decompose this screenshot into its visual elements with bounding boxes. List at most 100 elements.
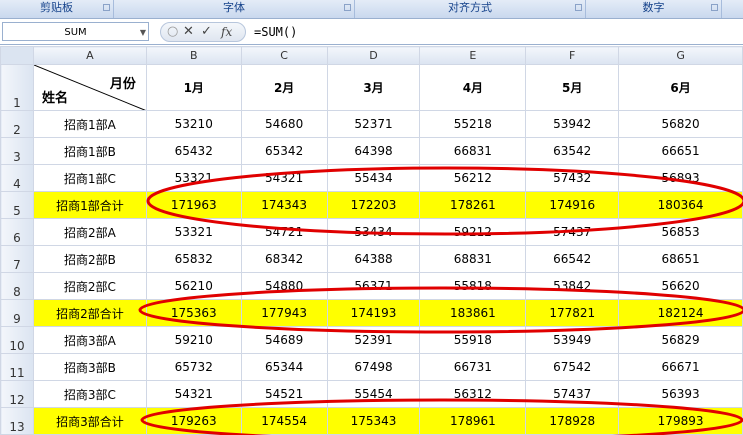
insert-function-icon[interactable]: fx bbox=[221, 23, 232, 41]
value-cell[interactable]: 174916 bbox=[525, 191, 620, 219]
value-cell[interactable]: 53434 bbox=[326, 218, 421, 246]
value-cell[interactable]: 56620 bbox=[618, 272, 743, 300]
column-header-e[interactable]: E bbox=[419, 46, 527, 65]
value-cell[interactable]: 67498 bbox=[326, 353, 421, 381]
month-header-cell[interactable]: 4月 bbox=[419, 64, 527, 111]
name-cell[interactable]: 招商1部B bbox=[32, 137, 147, 165]
value-cell[interactable]: 54721 bbox=[240, 218, 328, 246]
value-cell[interactable]: 179263 bbox=[145, 407, 242, 435]
value-cell[interactable]: 56393 bbox=[618, 380, 743, 408]
value-cell[interactable]: 66542 bbox=[525, 245, 620, 273]
value-cell[interactable]: 53949 bbox=[525, 326, 620, 354]
value-cell[interactable]: 57437 bbox=[525, 218, 620, 246]
name-cell[interactable]: 招商3部合计 bbox=[32, 407, 147, 435]
value-cell[interactable]: 178928 bbox=[525, 407, 620, 435]
row-header[interactable]: 8 bbox=[0, 272, 34, 300]
value-cell[interactable]: 178961 bbox=[419, 407, 527, 435]
value-cell[interactable]: 180364 bbox=[618, 191, 743, 219]
value-cell[interactable]: 64398 bbox=[326, 137, 421, 165]
value-cell[interactable]: 56371 bbox=[326, 272, 421, 300]
name-cell[interactable]: 招商1部A bbox=[32, 110, 147, 138]
enter-check-icon[interactable]: ✓ bbox=[201, 23, 212, 41]
value-cell[interactable]: 54321 bbox=[145, 380, 242, 408]
ribbon-group-clipboard[interactable]: 剪贴板 bbox=[0, 0, 114, 18]
value-cell[interactable]: 68651 bbox=[618, 245, 743, 273]
value-cell[interactable]: 65342 bbox=[240, 137, 328, 165]
row-header[interactable]: 6 bbox=[0, 218, 34, 246]
value-cell[interactable]: 54689 bbox=[240, 326, 328, 354]
name-cell[interactable]: 招商2部A bbox=[32, 218, 147, 246]
value-cell[interactable]: 53210 bbox=[145, 110, 242, 138]
value-cell[interactable]: 55218 bbox=[419, 110, 527, 138]
value-cell[interactable]: 66731 bbox=[419, 353, 527, 381]
resize-handle-icon[interactable]: ○ bbox=[167, 23, 178, 41]
row-header[interactable]: 5 bbox=[0, 191, 34, 219]
value-cell[interactable]: 57437 bbox=[525, 380, 620, 408]
row-header[interactable]: 2 bbox=[0, 110, 34, 138]
row-header[interactable]: 12 bbox=[0, 380, 34, 408]
value-cell[interactable]: 175343 bbox=[326, 407, 421, 435]
value-cell[interactable]: 68342 bbox=[240, 245, 328, 273]
column-header-f[interactable]: F bbox=[525, 46, 620, 65]
value-cell[interactable]: 179893 bbox=[618, 407, 743, 435]
value-cell[interactable]: 56893 bbox=[618, 164, 743, 192]
name-cell[interactable]: 招商3部B bbox=[32, 353, 147, 381]
ribbon-group-alignment[interactable]: 对齐方式 bbox=[355, 0, 586, 18]
value-cell[interactable]: 177821 bbox=[525, 299, 620, 327]
ribbon-group-font[interactable]: 字体 bbox=[114, 0, 355, 18]
value-cell[interactable]: 56312 bbox=[419, 380, 527, 408]
column-header-b[interactable]: B bbox=[145, 46, 242, 65]
value-cell[interactable]: 55918 bbox=[419, 326, 527, 354]
month-header-cell[interactable]: 3月 bbox=[326, 64, 421, 111]
value-cell[interactable]: 171963 bbox=[145, 191, 242, 219]
value-cell[interactable]: 56820 bbox=[618, 110, 743, 138]
value-cell[interactable]: 174343 bbox=[240, 191, 328, 219]
row-header[interactable]: 1 bbox=[0, 64, 34, 111]
value-cell[interactable]: 54880 bbox=[240, 272, 328, 300]
value-cell[interactable]: 66671 bbox=[618, 353, 743, 381]
chevron-down-icon[interactable]: ▼ bbox=[140, 23, 146, 42]
column-header-a[interactable]: A bbox=[32, 46, 147, 65]
value-cell[interactable]: 52371 bbox=[326, 110, 421, 138]
dialog-launcher-icon[interactable] bbox=[103, 4, 110, 11]
value-cell[interactable]: 55434 bbox=[326, 164, 421, 192]
value-cell[interactable]: 53942 bbox=[525, 110, 620, 138]
value-cell[interactable]: 54521 bbox=[240, 380, 328, 408]
dialog-launcher-icon[interactable] bbox=[575, 4, 582, 11]
ribbon-group-number[interactable]: 数字 bbox=[586, 0, 722, 18]
row-header[interactable]: 3 bbox=[0, 137, 34, 165]
value-cell[interactable]: 66651 bbox=[618, 137, 743, 165]
value-cell[interactable]: 59212 bbox=[419, 218, 527, 246]
value-cell[interactable]: 174193 bbox=[326, 299, 421, 327]
row-header[interactable]: 10 bbox=[0, 326, 34, 354]
month-header-cell[interactable]: 5月 bbox=[525, 64, 620, 111]
month-header-cell[interactable]: 6月 bbox=[618, 64, 743, 111]
value-cell[interactable]: 53321 bbox=[145, 164, 242, 192]
value-cell[interactable]: 55454 bbox=[326, 380, 421, 408]
value-cell[interactable]: 172203 bbox=[326, 191, 421, 219]
dialog-launcher-icon[interactable] bbox=[711, 4, 718, 11]
value-cell[interactable]: 56210 bbox=[145, 272, 242, 300]
column-header-d[interactable]: D bbox=[326, 46, 421, 65]
value-cell[interactable]: 177943 bbox=[240, 299, 328, 327]
value-cell[interactable]: 56829 bbox=[618, 326, 743, 354]
value-cell[interactable]: 63542 bbox=[525, 137, 620, 165]
dialog-launcher-icon[interactable] bbox=[344, 4, 351, 11]
value-cell[interactable]: 65832 bbox=[145, 245, 242, 273]
formula-input[interactable]: =SUM() bbox=[250, 22, 743, 42]
value-cell[interactable]: 65732 bbox=[145, 353, 242, 381]
value-cell[interactable]: 178261 bbox=[419, 191, 527, 219]
value-cell[interactable]: 183861 bbox=[419, 299, 527, 327]
row-header[interactable]: 4 bbox=[0, 164, 34, 192]
name-cell[interactable]: 招商2部合计 bbox=[32, 299, 147, 327]
row-header[interactable]: 13 bbox=[0, 407, 34, 435]
column-header-g[interactable]: G bbox=[618, 46, 743, 65]
value-cell[interactable]: 174554 bbox=[240, 407, 328, 435]
column-header-c[interactable]: C bbox=[240, 46, 328, 65]
value-cell[interactable]: 59210 bbox=[145, 326, 242, 354]
value-cell[interactable]: 182124 bbox=[618, 299, 743, 327]
month-header-cell[interactable]: 1月 bbox=[145, 64, 242, 111]
value-cell[interactable]: 54680 bbox=[240, 110, 328, 138]
month-header-cell[interactable]: 2月 bbox=[240, 64, 328, 111]
value-cell[interactable]: 55818 bbox=[419, 272, 527, 300]
